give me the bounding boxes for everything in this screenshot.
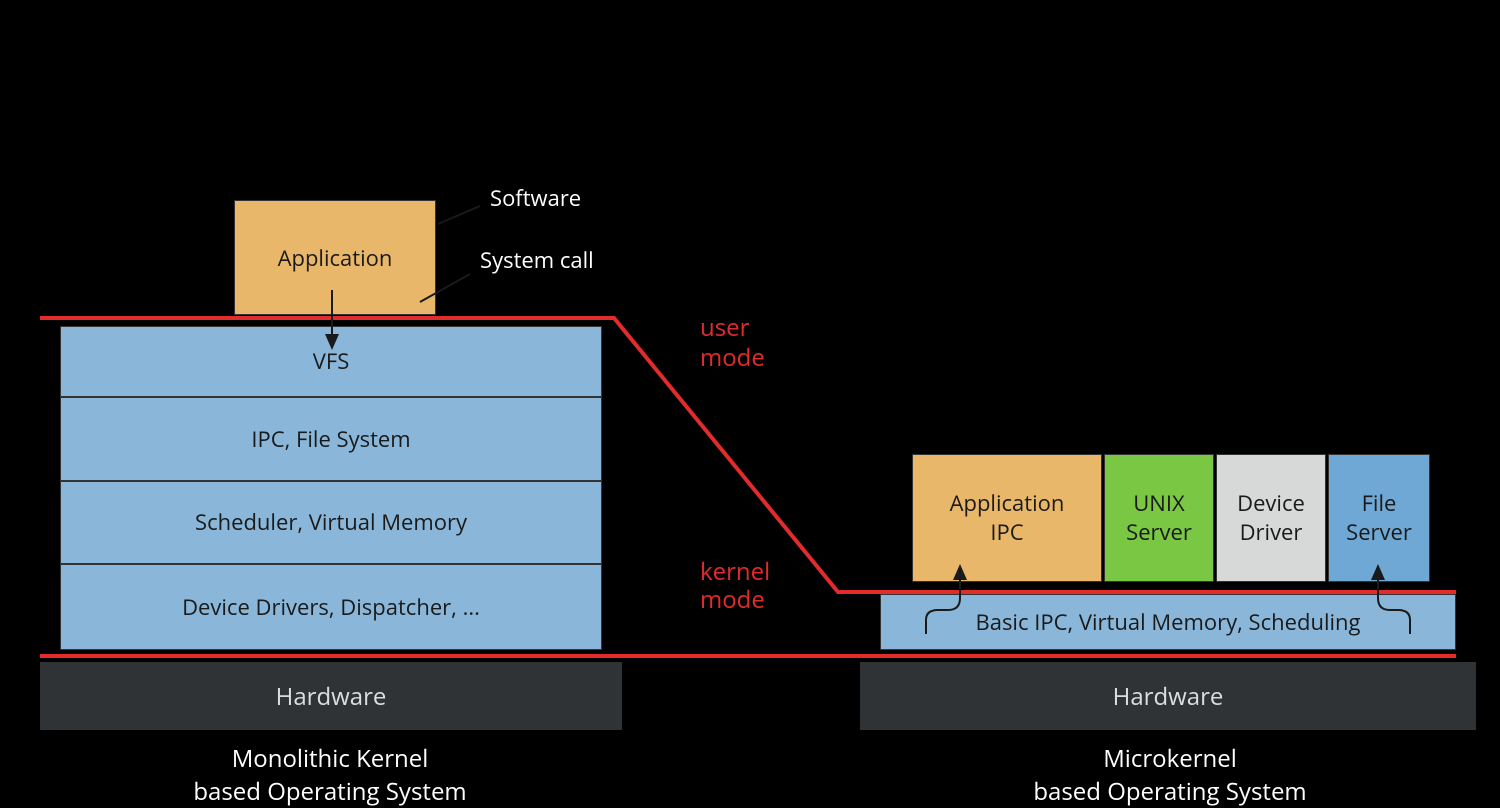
mono-hardware-box: Hardware bbox=[40, 662, 622, 730]
micro-driver-label: Device Driver bbox=[1237, 489, 1305, 546]
mono-hardware-label: Hardware bbox=[276, 680, 387, 713]
mono-kernel-layers: VFS IPC, File System Scheduler, Virtual … bbox=[61, 327, 601, 649]
micro-kernel-label: Basic IPC, Virtual Memory, Scheduling bbox=[976, 607, 1361, 637]
micro-title: Microkernelbased Operating System bbox=[1010, 742, 1330, 808]
mono-layer-ipc: IPC, File System bbox=[61, 398, 601, 482]
mono-layer-scheduler: Scheduler, Virtual Memory bbox=[61, 482, 601, 566]
mono-layer-drivers: Device Drivers, Dispatcher, ... bbox=[61, 565, 601, 649]
architecture-diagram: Application VFS IPC, File System Schedul… bbox=[0, 0, 1500, 800]
micro-driver-box: Device Driver bbox=[1216, 454, 1326, 582]
kernel-mode-label-1: kernel bbox=[700, 555, 770, 588]
kernel-mode-label-2: mode bbox=[700, 583, 765, 616]
mono-application-box: Application bbox=[234, 200, 436, 315]
micro-file-box: File Server bbox=[1328, 454, 1430, 582]
software-label: Software bbox=[490, 183, 581, 213]
user-mode-label-1: user bbox=[700, 311, 750, 344]
micro-kernel-box: Basic IPC, Virtual Memory, Scheduling bbox=[880, 594, 1456, 650]
callout-software-line bbox=[438, 206, 480, 224]
micro-app-label: Application IPC bbox=[950, 489, 1065, 546]
mono-kernel-stack: VFS IPC, File System Scheduler, Virtual … bbox=[60, 326, 602, 650]
micro-application-box: Application IPC bbox=[912, 454, 1102, 582]
user-mode-label-2: mode bbox=[700, 341, 765, 374]
micro-hardware-label: Hardware bbox=[1113, 680, 1224, 713]
mono-application-label: Application bbox=[278, 243, 393, 273]
micro-file-label: File Server bbox=[1346, 489, 1412, 546]
system-call-label: System call bbox=[480, 245, 594, 275]
mono-title: Monolithic Kernelbased Operating System bbox=[170, 742, 490, 808]
micro-unix-label: UNIX Server bbox=[1126, 489, 1192, 546]
mono-layer-vfs: VFS bbox=[61, 327, 601, 398]
micro-unix-box: UNIX Server bbox=[1104, 454, 1214, 582]
micro-hardware-box: Hardware bbox=[860, 662, 1476, 730]
